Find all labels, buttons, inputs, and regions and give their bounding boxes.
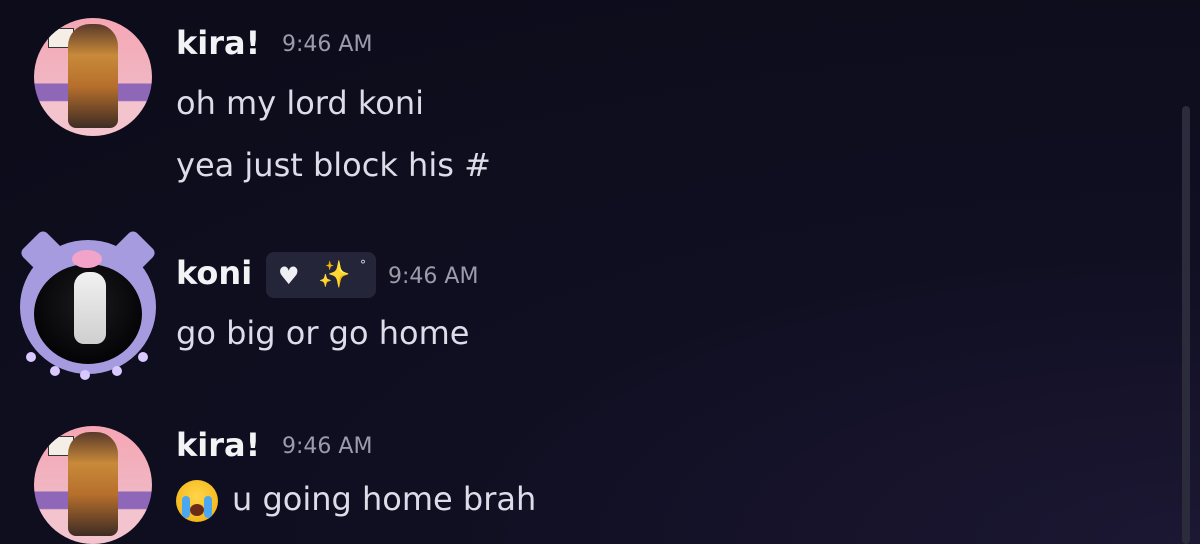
angel-wing-icon: ✨ xyxy=(318,260,351,290)
pearl-decoration xyxy=(50,366,60,376)
hood-snout-icon xyxy=(72,250,102,268)
avatar-character-figure xyxy=(68,432,118,536)
pearl-decoration xyxy=(80,370,90,380)
message-line: u going home brah xyxy=(176,480,536,522)
sparkle-dot-icon: ° xyxy=(360,258,366,272)
white-heart-icon: ♥ xyxy=(278,262,300,290)
message-text: oh my lord koni xyxy=(176,84,424,122)
avatar-hair xyxy=(74,272,106,344)
avatar-character-figure xyxy=(68,24,118,128)
message-text: go big or go home xyxy=(176,314,470,352)
chat-message-list: kira! 9:46 AM oh my lord koni yea just b… xyxy=(0,0,1200,544)
avatar[interactable] xyxy=(34,426,152,544)
avatar[interactable] xyxy=(34,18,152,136)
avatar-photo xyxy=(34,264,142,364)
username[interactable]: koni xyxy=(176,254,252,292)
message-text: yea just block his # xyxy=(176,146,491,184)
message-text: u going home brah xyxy=(232,480,537,518)
profile-badge[interactable]: ♥ ✨ ° xyxy=(266,252,376,298)
scrollbar[interactable] xyxy=(1182,106,1190,544)
pearl-decoration xyxy=(138,352,148,362)
timestamp: 9:46 AM xyxy=(282,32,373,57)
username[interactable]: kira! xyxy=(176,426,260,464)
avatar[interactable] xyxy=(18,228,158,380)
pearl-decoration xyxy=(26,352,36,362)
username[interactable]: kira! xyxy=(176,24,260,62)
timestamp: 9:46 AM xyxy=(282,434,373,459)
pearl-decoration xyxy=(112,366,122,376)
loudly-crying-face-icon xyxy=(176,480,218,522)
timestamp: 9:46 AM xyxy=(388,264,479,289)
